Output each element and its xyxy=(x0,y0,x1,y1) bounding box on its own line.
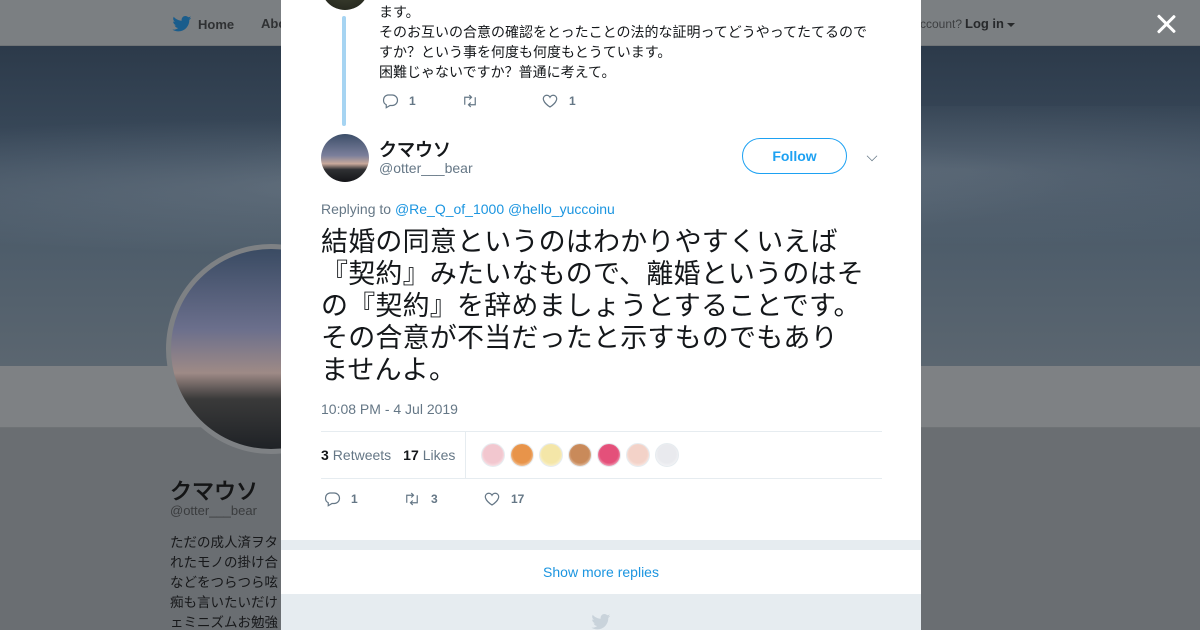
likes-count: 17 xyxy=(403,447,419,463)
twitter-bird-icon xyxy=(591,614,611,630)
tweet-timestamp[interactable]: 10:08 PM - 4 Jul 2019 xyxy=(321,401,458,417)
reply-icon xyxy=(324,492,341,507)
login-dropdown[interactable]: Log in xyxy=(965,16,1015,31)
mention-link[interactable]: @Re_Q_of_1000 xyxy=(395,201,504,217)
show-more-replies-link[interactable]: Show more replies xyxy=(281,550,921,595)
reply-icon xyxy=(382,94,399,109)
bio-line: ただの成人済ヲタ xyxy=(170,535,278,550)
replying-prefix: Replying to xyxy=(321,201,392,217)
conversation-thread-line xyxy=(342,16,346,126)
nav-home-label: Home xyxy=(198,16,235,32)
tweet-text-line: 結婚の同意というのはわかりやすくいえば xyxy=(321,227,838,257)
chevron-down-icon[interactable] xyxy=(866,150,878,162)
follow-button[interactable]: Follow xyxy=(742,138,847,174)
parent-text-line: そのお互いの合意の確認をとったことの法的な証明ってどうやってたてるので xyxy=(379,24,868,40)
tweet-actions: 1 3 17 xyxy=(323,490,524,508)
liker-avatar[interactable] xyxy=(597,443,622,467)
likes-label: Likes xyxy=(422,447,456,463)
tweet-permalink-modal: ます。 そのお互いの合意の確認をとったことの法的な証明ってどうやってたてるので … xyxy=(281,0,921,630)
parent-tweet-text: ます。 そのお互いの合意の確認をとったことの法的な証明ってどうやってたてるので … xyxy=(379,2,879,82)
liker-avatar[interactable] xyxy=(539,443,564,467)
reply-count: 1 xyxy=(351,492,358,506)
tweet-text-line: 『契約』みたいなもので、離婚というのはそ xyxy=(321,259,864,289)
close-icon[interactable] xyxy=(1154,12,1178,36)
retweets-count: 3 xyxy=(321,447,329,463)
parent-tweet-avatar[interactable] xyxy=(321,0,369,10)
tweet-card: ます。 そのお互いの合意の確認をとったことの法的な証明ってどうやってたてるので … xyxy=(281,0,921,540)
like-count: 17 xyxy=(511,492,525,506)
tweet-text-line: ませんよ。 xyxy=(321,355,457,385)
profile-bio: ただの成人済ヲタ れたモノの掛け合 などをつらつら呟 痴も言いたいだけ ェミニズ… xyxy=(170,533,282,630)
liker-avatar[interactable] xyxy=(626,443,651,467)
mention-link[interactable]: @hello_yuccoinu xyxy=(508,201,615,217)
stats-divider xyxy=(465,432,467,478)
heart-icon xyxy=(484,492,500,506)
parent-text-line: ます。 xyxy=(379,4,420,20)
twitter-bird-icon xyxy=(172,16,192,32)
liker-avatar[interactable] xyxy=(568,443,593,467)
liker-avatar[interactable] xyxy=(655,443,680,467)
retweets-stat[interactable]: 3 Retweets xyxy=(321,447,391,463)
parent-retweet-button[interactable] xyxy=(461,92,541,110)
parent-tweet-actions: 1 1 xyxy=(381,92,576,110)
parent-reply-button[interactable]: 1 xyxy=(381,92,461,110)
liker-avatars xyxy=(476,443,680,467)
tweet-text: 結婚の同意というのはわかりやすくいえば 『契約』みたいなもので、離婚というのはそ… xyxy=(321,226,886,386)
retweet-button[interactable]: 3 xyxy=(403,490,483,508)
tweet-author-avatar[interactable] xyxy=(321,134,369,182)
login-label: Log in xyxy=(965,16,1004,31)
bio-line: などをつらつら呟 xyxy=(170,575,278,590)
profile-handle: @otter___bear xyxy=(170,503,257,518)
liker-avatar[interactable] xyxy=(510,443,535,467)
retweets-label: Retweets xyxy=(332,447,392,463)
bio-line: れたモノの掛け合 xyxy=(170,555,278,570)
heart-icon xyxy=(542,94,558,108)
tweet-text-line: の『契約』を辞めましょうとすることです。 xyxy=(321,291,861,321)
account-prompt: ccount? xyxy=(920,17,963,31)
likes-stat[interactable]: 17 Likes xyxy=(403,447,455,463)
profile-name: クマウソ xyxy=(170,479,259,504)
liker-avatar[interactable] xyxy=(481,443,506,467)
replying-to: Replying to @Re_Q_of_1000 @hello_yuccoin… xyxy=(321,201,615,217)
like-button[interactable]: 17 xyxy=(483,490,524,508)
retweet-icon xyxy=(406,492,418,506)
tweet-stats: 3 Retweets 17 Likes xyxy=(321,431,882,479)
reply-button[interactable]: 1 xyxy=(323,490,403,508)
bio-line: ェミニズムお勉強 xyxy=(170,615,278,630)
tweet-author-name[interactable]: クマウソ xyxy=(379,136,451,162)
parent-reply-count: 1 xyxy=(409,94,416,108)
nav-home[interactable]: Home xyxy=(172,16,234,32)
parent-text-line: 困難じゃないですか？普通に考えて。 xyxy=(379,64,616,80)
show-more-replies-card: Show more replies xyxy=(281,550,921,595)
caret-down-icon xyxy=(1007,22,1015,27)
tweet-text-line: その合意が不当だったと示すものでもあり xyxy=(321,323,838,353)
parent-text-line: すか？という事を何度も何度もとうています。 xyxy=(379,44,672,60)
parent-like-button[interactable]: 1 xyxy=(541,92,576,110)
parent-like-count: 1 xyxy=(569,94,576,108)
bio-line: 痴も言いたいだけ xyxy=(170,595,278,610)
retweet-icon xyxy=(464,94,476,108)
tweet-author-handle[interactable]: @otter___bear xyxy=(379,160,473,176)
retweet-count: 3 xyxy=(431,492,438,506)
